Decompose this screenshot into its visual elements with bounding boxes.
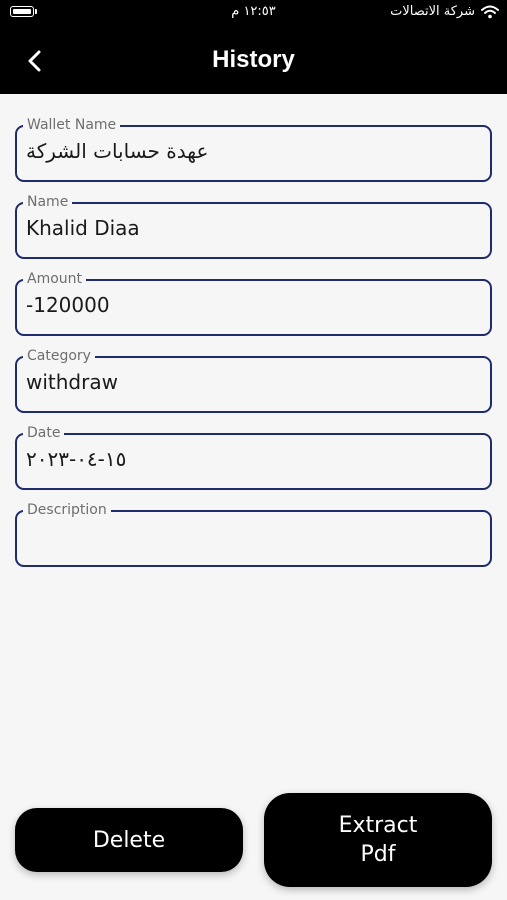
delete-button[interactable]: Delete [15,808,243,872]
date-label: Date [23,425,65,441]
amount-value[interactable]: -120000 [26,291,481,319]
category-value[interactable]: withdraw [26,368,481,396]
description-label: Description [23,502,111,518]
amount-label: Amount [23,271,87,287]
name-field[interactable]: Name Khalid Diaa [15,194,492,259]
status-bar: ١٢:٥٣ م شركة الاتصالات [0,0,507,30]
category-label: Category [23,348,95,364]
date-value[interactable]: ١٥-٠٤-٢٠٢٣ [26,445,481,473]
category-field[interactable]: Category withdraw [15,348,492,413]
wifi-icon [481,5,499,19]
extract-button-line2: Pdf [360,842,396,867]
delete-button-label: Delete [92,827,166,853]
extract-button-line1: Extract [338,813,418,838]
wallet-name-label: Wallet Name [23,117,121,133]
carrier-info: شركة الاتصالات [390,4,499,19]
amount-field[interactable]: Amount -120000 [15,271,492,336]
date-field[interactable]: Date ١٥-٠٤-٢٠٢٣ [15,425,492,490]
name-value[interactable]: Khalid Diaa [26,214,481,242]
wallet-name-field[interactable]: Wallet Name عهدة حسابات الشركة [15,117,492,182]
extract-pdf-button[interactable]: Extract Pdf [264,793,492,887]
name-label: Name [23,194,73,210]
page-title: History [212,46,295,73]
app-header: ١٢:٥٣ م شركة الاتصالات History [0,0,507,94]
description-field[interactable]: Description [15,502,492,567]
carrier-name: شركة الاتصالات [390,4,475,19]
wallet-name-value[interactable]: عهدة حسابات الشركة [26,137,481,165]
